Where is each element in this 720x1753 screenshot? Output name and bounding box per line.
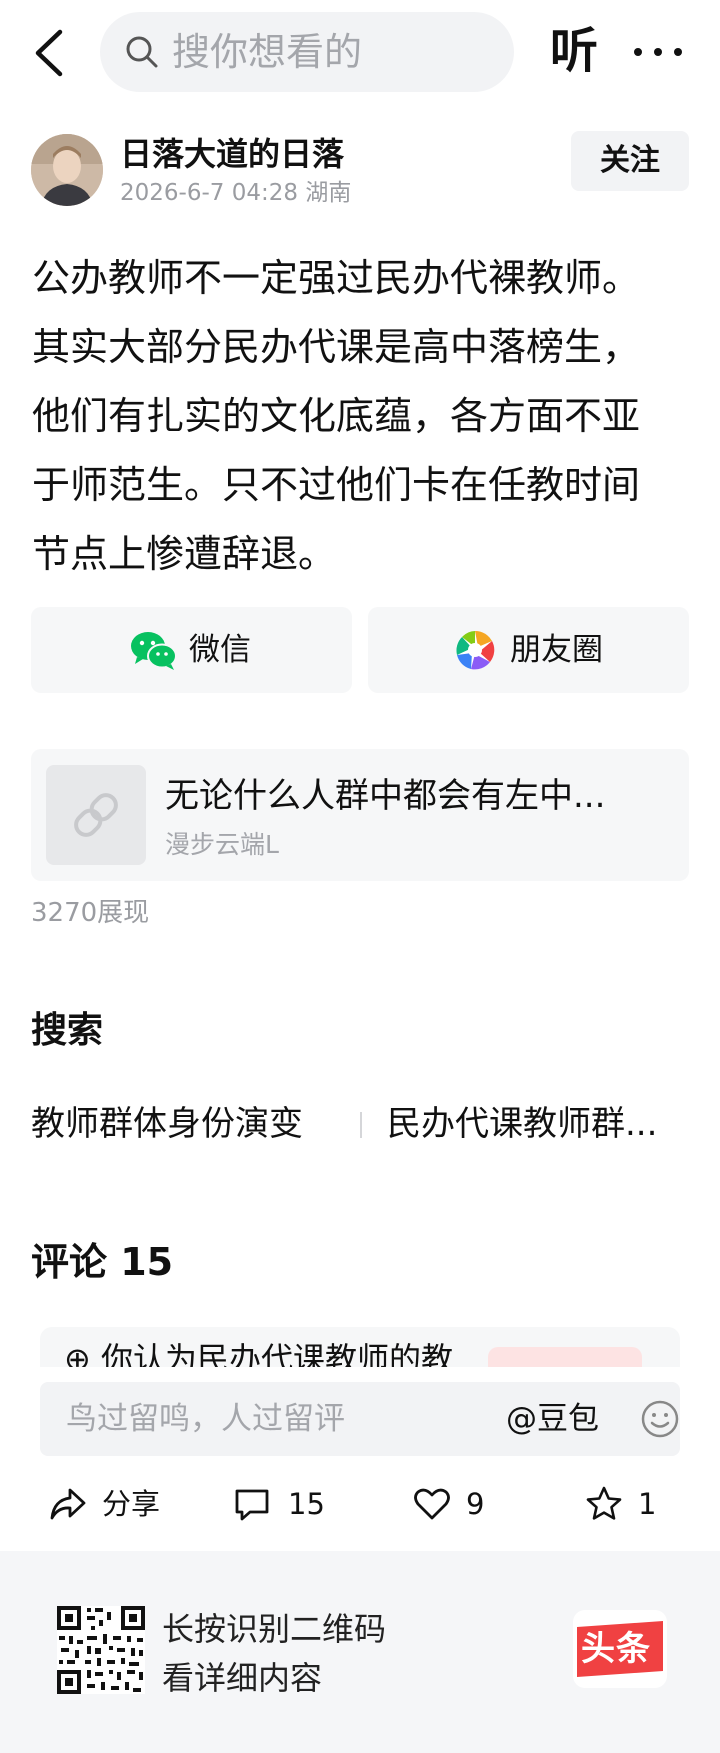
author-name[interactable]: 日落大道的日落 [120,134,344,174]
search-placeholder: 搜你想看的 [172,30,363,74]
post-line: 节点上惨遭辞退。 [32,532,337,576]
prompt-tag [488,1347,642,1367]
linked-article-title: 无论什么人群中都会有左中... [165,776,606,816]
post-line: 其实大部分民办代课是高中落榜生， [32,325,641,369]
search-section-heading: 搜索 [31,1010,104,1051]
comment-placeholder: 鸟过留鸣，人过留评 [66,1401,345,1437]
post-line: 公办教师不一定强过民办代裸教师。 [32,256,641,300]
share-wechat-label: 微信 [189,632,251,668]
post-date: 2026-6-7 04:28 [120,180,298,206]
qr-hint-line1: 长按识别二维码 [162,1610,387,1648]
share-label: 分享 [102,1487,161,1521]
share-moments-button[interactable]: 朋友圈 [368,607,689,693]
comment-action[interactable]: 15 [232,1480,342,1530]
linked-article-card[interactable]: 无论什么人群中都会有左中... 漫步云端L [31,749,689,881]
comment-prompt-text: ⊕ 你认为民办代课教师的教 [64,1339,453,1367]
link-icon [74,793,118,837]
qr-hint-line2: 看详细内容 [162,1659,323,1697]
view-count: 3270展现 [31,898,150,928]
post-body: 公办教师不一定强过民办代裸教师。 其实大部分民办代课是高中落榜生， 他们有扎实的… [32,244,696,589]
wechat-icon [131,632,177,670]
star-icon [586,1486,622,1520]
divider [360,1112,362,1138]
comment-count: 15 [288,1487,325,1521]
qr-code [57,1606,145,1694]
related-search-item[interactable]: 教师群体身份演变 [31,1102,303,1146]
top-bar: 搜你想看的 听 [0,0,720,104]
moments-icon [456,630,495,670]
share-wechat-button[interactable]: 微信 [31,607,352,693]
comment-icon [235,1489,269,1521]
like-count: 9 [466,1487,485,1521]
post-meta: 2026-6-7 04:28 湖南 [120,178,351,208]
like-action[interactable]: 9 [412,1480,502,1530]
linked-article-author: 漫步云端L [165,830,279,859]
more-icon[interactable] [632,46,684,58]
logo-text: 头条 [581,1629,651,1669]
favorite-action[interactable]: 1 [584,1480,674,1530]
post-line: 他们有扎实的文化底蕴，各方面不亚 [32,394,641,438]
comment-prompt-card[interactable]: ⊕ 你认为民办代课教师的教 [40,1327,680,1367]
follow-button[interactable]: 关注 [571,131,689,191]
share-moments-label: 朋友圈 [510,632,603,668]
share-action[interactable]: 分享 [48,1480,168,1530]
link-thumbnail [46,765,146,865]
listen-button[interactable]: 听 [550,22,598,80]
related-search-item[interactable]: 民办代课教师群... [387,1102,687,1146]
search-input[interactable]: 搜你想看的 [100,12,514,92]
post-location: 湖南 [305,180,352,206]
hashtag-icon: ⊕ [64,1340,101,1367]
share-icon [50,1488,86,1520]
comments-heading: 评论 15 [31,1240,174,1284]
avatar[interactable] [31,134,103,206]
favorite-count: 1 [638,1487,657,1521]
doubao-mention-button[interactable]: @豆包 [506,1398,599,1440]
back-icon[interactable] [30,28,70,78]
post-line: 于师范生。只不过他们卡在任教时间 [32,463,641,507]
comment-input[interactable]: 鸟过留鸣，人过留评 @豆包 [40,1382,680,1456]
toutiao-logo: 头条 [573,1610,667,1688]
search-icon [126,36,158,68]
share-footer: 长按识别二维码 看详细内容 头条 [0,1551,720,1753]
emoji-icon[interactable] [640,1399,680,1439]
heart-icon [414,1488,450,1520]
